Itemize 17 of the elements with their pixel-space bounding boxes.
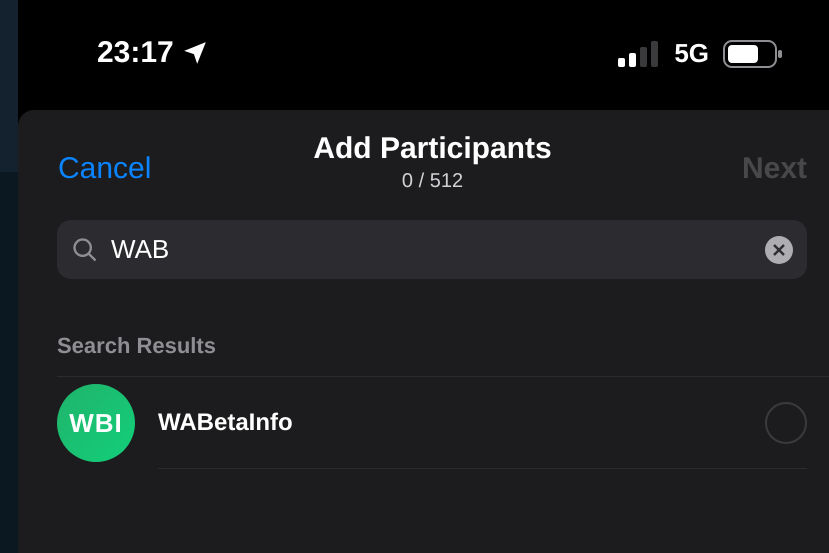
search-field[interactable]: WAB: [57, 220, 807, 279]
search-value: WAB: [111, 233, 170, 266]
participant-count: 0 / 512: [402, 169, 464, 194]
battery-icon: [723, 40, 783, 68]
close-icon: [773, 244, 785, 256]
section-title: Search Results: [57, 333, 216, 358]
clear-button[interactable]: [765, 236, 793, 264]
avatar-initials: WBI: [69, 406, 123, 440]
contact-name: WABetaInfo: [158, 408, 294, 438]
search-icon: [71, 236, 99, 264]
cancel-button[interactable]: Cancel: [58, 146, 218, 191]
status-time: 23:17: [97, 35, 174, 71]
contact-row[interactable]: WBI WABetaInfo: [57, 377, 829, 469]
header-title: Add Participants: [313, 131, 552, 167]
location-arrow-icon: [182, 40, 208, 66]
network-label: 5G: [674, 37, 709, 70]
signal-icon: [618, 40, 660, 66]
